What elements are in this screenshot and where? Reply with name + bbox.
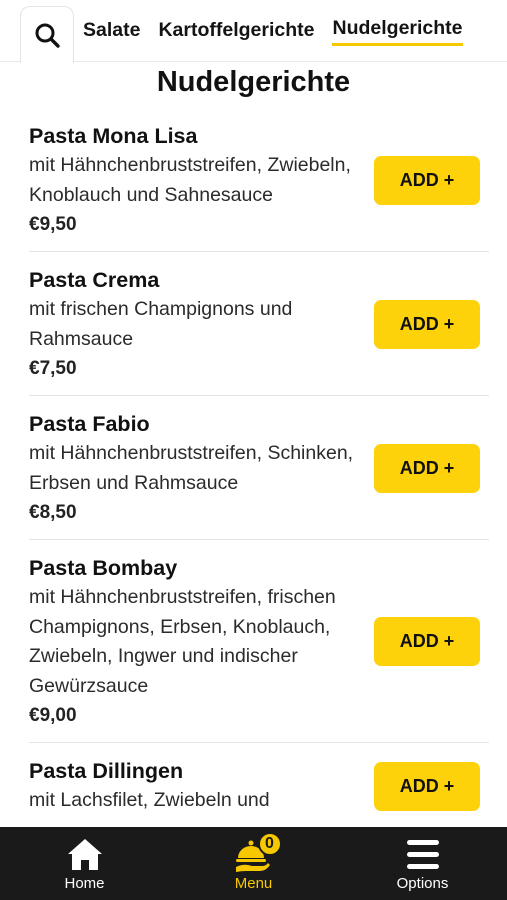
item-name: Pasta Bombay (29, 556, 178, 580)
add-to-cart-button[interactable]: ADD + (374, 299, 480, 349)
nav-menu[interactable]: 0 Menu (169, 827, 338, 900)
item-price: €9,50 (29, 214, 77, 235)
add-to-cart-button[interactable]: ADD + (374, 617, 480, 666)
menu-item-list[interactable]: Pasta Mona Lisa mit Hähnchenbruststreife… (0, 108, 507, 828)
tab-kartoffelgerichte[interactable]: Kartoffelgerichte (158, 18, 314, 45)
nav-options-label: Options (396, 875, 449, 892)
item-description: mit Hähnchenbruststreifen, Schinken, Erb… (29, 442, 354, 494)
item-price: €9,00 (29, 705, 77, 726)
nav-home-label: Home (64, 875, 105, 892)
item-name: Pasta Crema (29, 268, 160, 292)
item-description: mit frischen Champignons und Rahmsauce (29, 298, 293, 350)
hamburger-icon (406, 840, 439, 869)
item-name: Pasta Mona Lisa (29, 124, 198, 148)
nav-options[interactable]: Options (338, 827, 507, 900)
tab-nudelgerichte[interactable]: Nudelgerichte (332, 16, 463, 46)
menu-item: Pasta Bombay mit Hähnchenbruststreifen, … (29, 540, 489, 743)
item-price: €7,50 (29, 358, 77, 379)
nav-home[interactable]: Home (0, 827, 169, 900)
menu-item: Pasta Fabio mit Hähnchenbruststreifen, S… (29, 396, 489, 540)
search-icon (35, 23, 60, 48)
nav-menu-icon-wrap: 0 (234, 832, 282, 874)
add-to-cart-button[interactable]: ADD + (374, 443, 480, 493)
add-to-cart-button[interactable]: ADD + (374, 155, 480, 205)
item-description: mit Hähnchenbruststreifen, frischen Cham… (29, 586, 336, 697)
cart-count-badge: 0 (257, 832, 282, 856)
item-description: mit Hähnchenbruststreifen, Zwiebeln, Kno… (29, 154, 351, 206)
menu-item: Pasta Mona Lisa mit Hähnchenbruststreife… (29, 108, 489, 252)
section-title: Nudelgerichte (156, 66, 351, 98)
home-icon (67, 839, 102, 870)
nav-menu-label: Menu (234, 875, 273, 892)
add-to-cart-button[interactable]: ADD + (374, 761, 480, 811)
item-description: mit Lachsfilet, Zwiebeln und (29, 789, 270, 811)
item-price: €8,50 (29, 502, 77, 523)
category-tabs: Salate Kartoffelgerichte Nudelgerichte (83, 0, 481, 62)
search-button[interactable] (20, 6, 74, 63)
item-name: Pasta Fabio (29, 412, 150, 436)
menu-item: Pasta Crema mit frischen Champignons und… (29, 252, 489, 396)
category-bar: Salate Kartoffelgerichte Nudelgerichte (0, 0, 507, 63)
bottom-navigation: Home 0 Menu Options (0, 827, 507, 900)
tab-salate[interactable]: Salate (83, 18, 140, 45)
menu-item: Pasta Dillingen mit Lachsfilet, Zwiebeln… (29, 743, 489, 828)
